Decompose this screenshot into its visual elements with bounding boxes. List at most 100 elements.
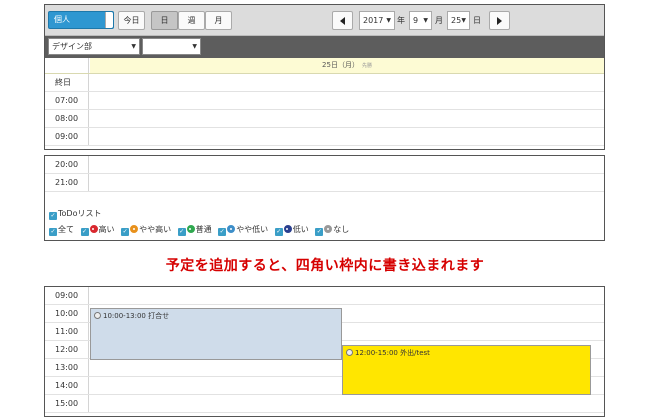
- calendar-panel-events: 09:00 10:00 11:00 12:00 13:00 14:00 15:0…: [44, 286, 605, 417]
- scope-toggle-label: 個人: [54, 15, 70, 24]
- day-header-date[interactable]: 25日（月） 先勝: [90, 58, 604, 73]
- filter-label: なし: [333, 225, 350, 234]
- month-label: 月: [435, 16, 443, 25]
- todo-list-title: ToDoリスト: [58, 209, 102, 218]
- time-label: 12:00: [45, 341, 89, 358]
- priority-normal-icon: [186, 225, 195, 233]
- time-label: 11:00: [45, 323, 89, 340]
- event-title: 打合せ: [148, 312, 170, 320]
- clock-icon: [94, 312, 101, 319]
- time-row[interactable]: 09:00: [45, 128, 604, 146]
- time-label: 15:00: [45, 395, 89, 412]
- date-text: 25日（月）: [322, 61, 359, 69]
- checkbox-checked-icon[interactable]: ✓: [49, 228, 57, 236]
- time-label: 14:00: [45, 377, 89, 394]
- day-select-value: 25: [451, 16, 462, 25]
- time-label: 09:00: [45, 287, 89, 304]
- filter-label: 高い: [98, 225, 115, 234]
- checkbox-checked-icon[interactable]: ✓: [315, 228, 324, 236]
- filter-mid-high[interactable]: ✓ やや高い: [121, 225, 172, 236]
- time-row[interactable]: 終日: [45, 74, 604, 92]
- department-select-value: デザイン部: [52, 42, 92, 51]
- time-row[interactable]: 20:00: [45, 156, 604, 174]
- caret-down-icon: ▼: [461, 17, 466, 24]
- year-select-value: 2017: [363, 16, 384, 25]
- today-button[interactable]: 今日: [118, 11, 145, 30]
- filter-bar: デザイン部 ▼ ▼: [45, 36, 604, 58]
- year-select[interactable]: 2017 ▼: [359, 11, 395, 30]
- checkbox-checked-icon[interactable]: ✓: [121, 228, 130, 236]
- filter-all[interactable]: ✓ 全て: [49, 225, 74, 236]
- caret-down-icon: ▼: [423, 17, 428, 24]
- time-label: 20:00: [45, 156, 89, 173]
- event-outing[interactable]: 12:00-15:00 外出/test: [342, 345, 591, 395]
- month-select[interactable]: 9 ▼: [409, 11, 432, 30]
- priority-none-icon: [324, 225, 333, 233]
- scope-toggle[interactable]: 個人: [48, 11, 114, 29]
- filter-label: 全て: [58, 225, 74, 234]
- priority-high-icon: [89, 225, 98, 233]
- week-view-button[interactable]: 週: [178, 11, 205, 30]
- time-label: 21:00: [45, 174, 89, 191]
- rokuyo-text: 先勝: [361, 63, 372, 69]
- triangle-right-icon: [497, 16, 502, 25]
- time-row[interactable]: 08:00: [45, 110, 604, 128]
- time-label: 09:00: [45, 128, 89, 145]
- priority-mid-low-icon: [227, 225, 236, 233]
- day-header: 25日（月） 先勝: [45, 58, 604, 74]
- event-time: 10:00-13:00: [103, 312, 146, 320]
- filter-label: 低い: [292, 225, 309, 234]
- calendar-panel-middle: 20:00 21:00 ✓ ToDoリスト ✓ 全て ✓ 高い ✓ やや高い ✓ 普通 ✓…: [44, 155, 605, 241]
- department-select[interactable]: デザイン部 ▼: [48, 38, 140, 55]
- caret-down-icon: ▼: [386, 17, 391, 24]
- time-row[interactable]: 15:00: [45, 395, 604, 413]
- filter-normal[interactable]: ✓ 普通: [177, 225, 212, 236]
- year-label: 年: [397, 16, 405, 25]
- time-row[interactable]: 07:00: [45, 92, 604, 110]
- checkbox-checked-icon[interactable]: ✓: [177, 228, 186, 236]
- priority-mid-high-icon: [130, 225, 139, 233]
- day-label: 日: [473, 16, 481, 25]
- calendar-panel-top: 個人 今日 日 週 月 2017 ▼ 年 9 ▼ 月 25 ▼ 日 デザイン部 …: [44, 4, 605, 150]
- filter-mid-low[interactable]: ✓ やや低い: [218, 225, 269, 236]
- time-grid: 09:00 10:00 11:00 12:00 13:00 14:00 15:0…: [45, 287, 604, 413]
- filter-label: 普通: [195, 225, 212, 234]
- triangle-left-icon: [340, 16, 345, 25]
- calendar-toolbar: 個人 今日 日 週 月 2017 ▼ 年 9 ▼ 月 25 ▼ 日: [45, 5, 604, 36]
- event-meeting[interactable]: 10:00-13:00 打合せ: [90, 308, 342, 360]
- user-select[interactable]: ▼: [142, 38, 201, 55]
- filter-none[interactable]: ✓ なし: [315, 225, 350, 236]
- time-label: 07:00: [45, 92, 89, 109]
- time-row[interactable]: 21:00: [45, 174, 604, 192]
- instruction-caption: 予定を追加すると、四角い枠内に書き込まれます: [165, 258, 485, 274]
- prev-button[interactable]: [332, 11, 353, 30]
- clock-icon: [346, 349, 353, 356]
- filter-label: やや高い: [139, 225, 172, 234]
- filter-low[interactable]: ✓ 低い: [274, 225, 309, 236]
- time-label: 10:00: [45, 305, 89, 322]
- caret-down-icon: ▼: [131, 43, 136, 50]
- todo-priority-filters: ✓ 全て ✓ 高い ✓ やや高い ✓ 普通 ✓ やや低い ✓ 低い ✓ なし: [49, 224, 353, 236]
- day-select[interactable]: 25 ▼: [447, 11, 470, 30]
- day-view-button[interactable]: 日: [151, 11, 178, 30]
- month-view-button[interactable]: 月: [205, 11, 232, 30]
- priority-low-icon: [283, 225, 292, 233]
- month-select-value: 9: [413, 16, 419, 25]
- time-gutter: [45, 58, 89, 73]
- time-label: 13:00: [45, 359, 89, 376]
- checkbox-checked-icon[interactable]: ✓: [49, 212, 57, 220]
- time-label: 08:00: [45, 110, 89, 127]
- event-title: 外出/test: [400, 349, 430, 357]
- checkbox-checked-icon[interactable]: ✓: [80, 228, 89, 236]
- filter-label: やや低い: [236, 225, 269, 234]
- checkbox-checked-icon[interactable]: ✓: [274, 228, 283, 236]
- filter-high[interactable]: ✓ 高い: [80, 225, 115, 236]
- time-label: 終日: [45, 74, 89, 91]
- checkbox-checked-icon[interactable]: ✓: [218, 228, 227, 236]
- caret-down-icon: ▼: [192, 43, 197, 50]
- next-button[interactable]: [489, 11, 510, 30]
- todo-list-toggle[interactable]: ✓ ToDoリスト: [49, 208, 101, 220]
- time-row[interactable]: 09:00: [45, 287, 604, 305]
- toggle-knob[interactable]: [105, 12, 113, 28]
- event-time: 12:00-15:00: [355, 349, 398, 357]
